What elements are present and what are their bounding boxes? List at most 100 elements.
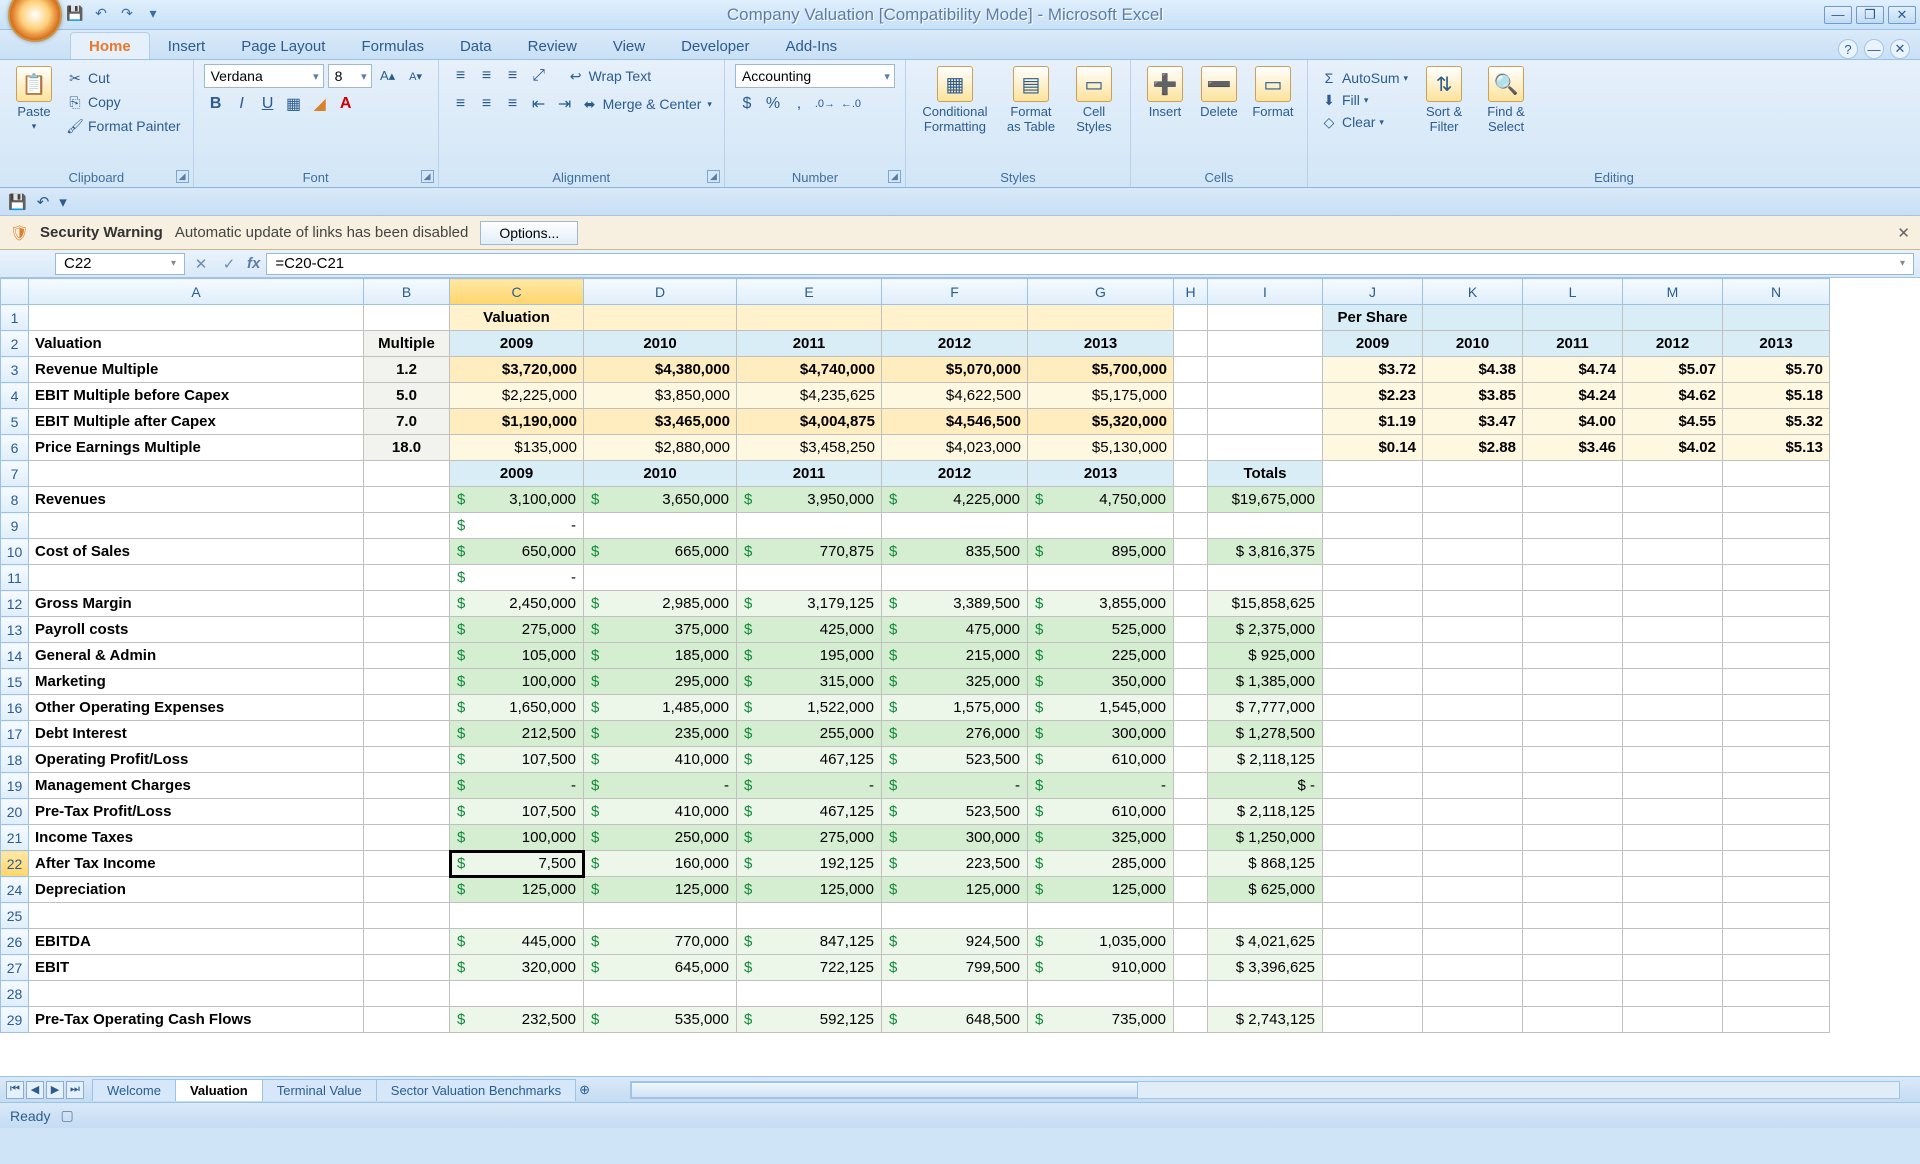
line-item-value[interactable]: $3,100,000 [450, 487, 584, 513]
cell[interactable] [1723, 695, 1830, 721]
cell[interactable] [1323, 929, 1423, 955]
year-header[interactable]: 2011 [737, 331, 882, 357]
line-item-value[interactable]: $223,500 [882, 851, 1028, 877]
valuation-value[interactable]: $135,000 [450, 435, 584, 461]
valuation-value[interactable]: $2,880,000 [584, 435, 737, 461]
line-item-value[interactable]: $- [737, 773, 882, 799]
cell[interactable] [1323, 877, 1423, 903]
col-header-I[interactable]: I [1208, 279, 1323, 305]
cell[interactable] [1323, 643, 1423, 669]
sheet-tab-sector-valuation-benchmarks[interactable]: Sector Valuation Benchmarks [376, 1079, 576, 1101]
line-item-total[interactable]: $19,675,000 [1208, 487, 1323, 513]
year-header[interactable]: 2013 [1723, 331, 1830, 357]
line-item-value[interactable] [1028, 981, 1174, 1007]
row-header-9[interactable]: 9 [1, 513, 29, 539]
cell[interactable] [1174, 721, 1208, 747]
decrease-decimal-icon[interactable]: ←.0 [839, 92, 863, 116]
cell[interactable] [1723, 799, 1830, 825]
insert-function-icon[interactable]: fx [247, 255, 260, 272]
year-header[interactable]: 2013 [1028, 461, 1174, 487]
cell[interactable] [1623, 513, 1723, 539]
cell[interactable] [1323, 721, 1423, 747]
line-item-label[interactable]: Depreciation [29, 877, 364, 903]
line-item-value[interactable]: $- [450, 513, 584, 539]
align-left-icon[interactable]: ≡ [449, 92, 473, 116]
cell[interactable] [1723, 487, 1830, 513]
select-all-corner[interactable] [1, 279, 29, 305]
find-select-button[interactable]: 🔍Find & Select [1478, 64, 1534, 136]
cell[interactable] [1423, 721, 1523, 747]
line-item-value[interactable]: $225,000 [1028, 643, 1174, 669]
line-item-value[interactable]: $722,125 [737, 955, 882, 981]
line-item-label[interactable]: Pre-Tax Profit/Loss [29, 799, 364, 825]
cell[interactable] [1723, 955, 1830, 981]
line-item-value[interactable]: $125,000 [584, 877, 737, 903]
line-item-value[interactable]: $410,000 [584, 799, 737, 825]
cell[interactable] [1623, 877, 1723, 903]
cell[interactable] [1174, 695, 1208, 721]
line-item-value[interactable]: $300,000 [1028, 721, 1174, 747]
row-header-19[interactable]: 19 [1, 773, 29, 799]
cell[interactable] [1623, 747, 1723, 773]
cell[interactable] [1323, 461, 1423, 487]
line-item-value[interactable]: $- [1028, 773, 1174, 799]
orientation-icon[interactable]: ⤢ [527, 64, 551, 88]
cell[interactable] [1523, 643, 1623, 669]
cell[interactable] [1423, 851, 1523, 877]
align-right-icon[interactable]: ≡ [501, 92, 525, 116]
cell[interactable] [1723, 643, 1830, 669]
line-item-value[interactable]: $107,500 [450, 747, 584, 773]
line-item-value[interactable]: $- [450, 773, 584, 799]
cell[interactable] [1174, 357, 1208, 383]
valuation-value[interactable]: $4,380,000 [584, 357, 737, 383]
cell[interactable] [1523, 1007, 1623, 1033]
tab-add-ins[interactable]: Add-Ins [767, 33, 855, 59]
redo-icon[interactable]: ↷ [118, 4, 136, 22]
cell[interactable] [1523, 981, 1623, 1007]
row-header-24[interactable]: 24 [1, 877, 29, 903]
line-item-value[interactable]: $3,179,125 [737, 591, 882, 617]
line-item-value[interactable]: $105,000 [450, 643, 584, 669]
cell[interactable] [1208, 383, 1323, 409]
align-top-icon[interactable]: ≡ [449, 64, 473, 88]
cell[interactable] [1423, 539, 1523, 565]
col-header-G[interactable]: G [1028, 279, 1174, 305]
line-item-value[interactable]: $799,500 [882, 955, 1028, 981]
line-item-label[interactable]: Debt Interest [29, 721, 364, 747]
cell[interactable] [1174, 435, 1208, 461]
cell[interactable] [1723, 877, 1830, 903]
cell[interactable] [364, 981, 450, 1007]
cell[interactable] [1174, 825, 1208, 851]
line-item-value[interactable] [1028, 513, 1174, 539]
cell[interactable] [1723, 851, 1830, 877]
cell[interactable] [1174, 383, 1208, 409]
year-header[interactable]: 2011 [737, 461, 882, 487]
line-item-value[interactable] [1028, 565, 1174, 591]
cell[interactable] [1423, 643, 1523, 669]
line-item-value[interactable]: $375,000 [584, 617, 737, 643]
multiple-header[interactable]: Multiple [364, 331, 450, 357]
cell[interactable] [364, 669, 450, 695]
col-header-F[interactable]: F [882, 279, 1028, 305]
cell[interactable] [1723, 903, 1830, 929]
row-header-18[interactable]: 18 [1, 747, 29, 773]
year-header[interactable]: 2011 [1523, 331, 1623, 357]
cell[interactable] [1208, 357, 1323, 383]
line-item-total[interactable]: $ 4,021,625 [1208, 929, 1323, 955]
line-item-value[interactable]: $4,750,000 [1028, 487, 1174, 513]
valuation-value[interactable]: $5,320,000 [1028, 409, 1174, 435]
cell[interactable] [364, 851, 450, 877]
tab-view[interactable]: View [595, 33, 663, 59]
font-name-dropdown[interactable]: Verdana [204, 64, 324, 88]
cell[interactable] [364, 799, 450, 825]
cell[interactable] [1423, 669, 1523, 695]
cell[interactable] [1423, 955, 1523, 981]
cell[interactable] [1723, 669, 1830, 695]
line-item-value[interactable]: $4,225,000 [882, 487, 1028, 513]
cell[interactable] [1523, 825, 1623, 851]
maximize-button[interactable]: ❐ [1856, 6, 1884, 24]
line-item-value[interactable]: $2,450,000 [450, 591, 584, 617]
security-options-button[interactable]: Options... [480, 221, 578, 245]
format-as-table-button[interactable]: ▤Format as Table [1000, 64, 1062, 136]
cell[interactable] [1423, 591, 1523, 617]
